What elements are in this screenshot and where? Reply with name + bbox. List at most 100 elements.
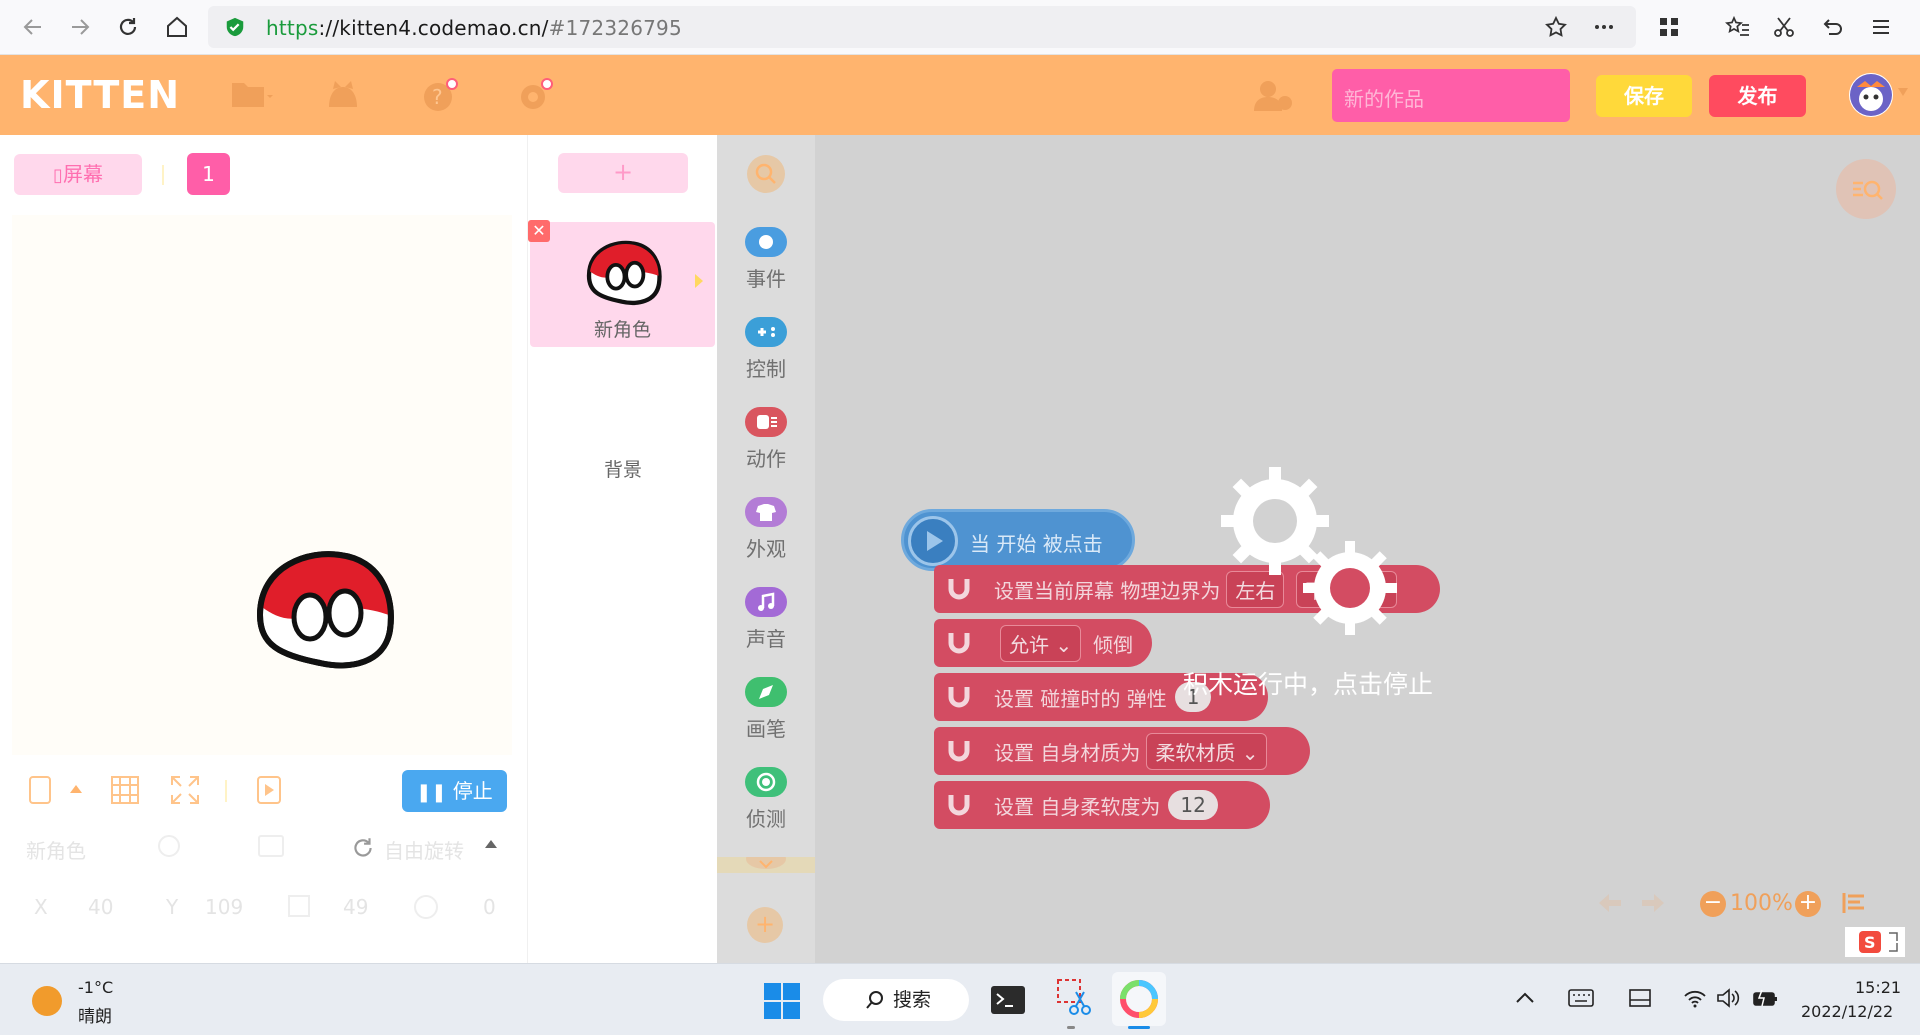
undo-workspace-icon[interactable] <box>1595 891 1625 915</box>
y-value[interactable]: 109 <box>205 895 243 919</box>
project-title-input[interactable]: 新的作品 <box>1332 69 1570 122</box>
visibility-icon[interactable] <box>158 835 180 857</box>
bookmark-star-icon[interactable] <box>1544 15 1568 39</box>
motion-icon <box>745 407 787 437</box>
category-pen[interactable]: 画笔 <box>717 677 815 757</box>
category-sound[interactable]: 声音 <box>717 587 815 667</box>
redo-workspace-icon[interactable] <box>1638 891 1668 915</box>
caret-up-icon[interactable] <box>485 840 497 848</box>
screen-number-badge[interactable]: 1 <box>187 153 230 195</box>
stage-canvas[interactable] <box>12 215 512 755</box>
forward-icon[interactable] <box>65 12 95 42</box>
home-icon[interactable] <box>162 12 192 42</box>
windows-start-icon[interactable] <box>763 982 801 1020</box>
menu-icon[interactable] <box>1866 12 1896 42</box>
category-motion[interactable]: 动作 <box>717 407 815 487</box>
weather-desc[interactable]: 晴朗 <box>78 1002 112 1027</box>
favorites-icon[interactable] <box>1723 12 1753 42</box>
delete-sprite-icon[interactable]: ✕ <box>528 220 550 242</box>
tablet-mode-icon[interactable] <box>1628 988 1652 1008</box>
tray-chevron-icon[interactable] <box>1515 990 1535 1004</box>
running-gears-icon[interactable] <box>1215 465 1415 635</box>
material-dropdown[interactable]: 柔软材质 ⌄ <box>1146 732 1268 770</box>
lock-icon[interactable] <box>258 835 284 857</box>
caret-right-icon[interactable] <box>695 274 703 288</box>
allow-tilt-block[interactable]: 允许 ⌄ 倾倒 <box>934 619 1152 667</box>
url-text: https://kitten4.codemao.cn/#172326795 <box>266 16 682 40</box>
when-start-clicked-block[interactable]: 当 开始 被点击 <box>901 509 1135 571</box>
volume-icon[interactable] <box>1716 988 1740 1008</box>
active-indicator <box>1128 1026 1150 1029</box>
terminal-icon[interactable] <box>990 982 1026 1018</box>
running-message[interactable]: 积木运行中，点击停止 <box>1183 665 1433 701</box>
browser-taskbar-icon[interactable] <box>1112 972 1166 1026</box>
publish-button[interactable]: 发布 <box>1709 75 1806 117</box>
caret-up-icon[interactable] <box>70 785 82 793</box>
sprite-on-stage[interactable] <box>250 545 400 675</box>
background-label[interactable]: 背景 <box>528 455 718 482</box>
cat-mascot-icon[interactable] <box>325 77 365 113</box>
wifi-icon[interactable] <box>1683 988 1707 1008</box>
category-sensing[interactable]: 侦测 <box>717 767 815 847</box>
clock-time[interactable]: 15:21 <box>1855 978 1901 997</box>
avatar[interactable] <box>1849 73 1893 117</box>
app-header: KITTEN ? 新的作品 保存 发布 <box>0 55 1920 135</box>
category-label: 控制 <box>746 357 786 381</box>
dropdown-caret-icon[interactable] <box>1898 88 1908 96</box>
weather-sun-icon[interactable] <box>32 986 62 1016</box>
more-dots-icon[interactable] <box>1592 15 1616 39</box>
snipping-tool-icon[interactable] <box>1056 978 1092 1018</box>
category-label: 动作 <box>746 447 786 471</box>
screenshot-scissors-icon[interactable] <box>1769 12 1799 42</box>
apps-grid-icon[interactable] <box>1654 12 1684 42</box>
align-blocks-icon[interactable] <box>1841 891 1867 915</box>
softness-input[interactable]: 12 <box>1168 790 1218 820</box>
small-stage-icon[interactable] <box>28 775 52 805</box>
category-control[interactable]: 控制 <box>717 317 815 397</box>
grid-icon[interactable] <box>110 775 140 805</box>
fullscreen-icon[interactable] <box>170 775 200 805</box>
search-blocks-button[interactable] <box>747 155 785 193</box>
add-extension-button[interactable]: + <box>747 907 783 943</box>
reload-icon[interactable] <box>113 12 143 42</box>
category-events[interactable]: 事件 <box>717 227 815 307</box>
size-value[interactable]: 49 <box>343 895 368 919</box>
folder-icon[interactable] <box>230 77 273 113</box>
workspace-search-button[interactable] <box>1836 159 1896 219</box>
zoom-in-button[interactable]: + <box>1795 891 1821 917</box>
rotation-mode[interactable]: 自由旋转 <box>384 835 464 864</box>
stop-button[interactable]: ❚❚ 停止 <box>402 770 507 812</box>
help-icon[interactable]: ? <box>420 77 460 113</box>
ime-indicator[interactable]: S <box>1845 927 1905 957</box>
code-workspace[interactable]: 当 开始 被点击 设置当前屏幕 物理边界为 左右 下边缘 ⌄ 允许 ⌄ 倾倒 设… <box>815 135 1920 963</box>
category-more[interactable] <box>717 857 815 873</box>
add-sprite-button[interactable]: + <box>558 153 688 193</box>
clock-date[interactable]: 2022/12/22 <box>1801 1002 1893 1021</box>
allow-dropdown[interactable]: 允许 ⌄ <box>1000 624 1082 662</box>
angle-value[interactable]: 0 <box>483 895 496 919</box>
screen-tab[interactable]: ▯屏幕 <box>14 154 142 195</box>
undo-icon[interactable] <box>1818 12 1848 42</box>
back-icon[interactable] <box>18 12 48 42</box>
play-preview-icon[interactable] <box>256 775 282 805</box>
weather-temp[interactable]: -1°C <box>78 978 113 997</box>
block-text: 设置 自身材质为 <box>994 740 1141 765</box>
set-material-block[interactable]: 设置 自身材质为 柔软材质 ⌄ <box>934 727 1310 775</box>
settings-icon[interactable] <box>515 77 555 113</box>
sprite-name-field[interactable]: 新角色 <box>26 835 86 864</box>
rotate-icon[interactable] <box>350 835 376 861</box>
sprite-card[interactable]: ✕ 新角色 <box>528 220 715 347</box>
set-softness-block[interactable]: 设置 自身柔软度为 12 <box>934 781 1270 829</box>
x-value[interactable]: 40 <box>88 895 113 919</box>
battery-icon[interactable] <box>1752 988 1778 1008</box>
keyboard-icon[interactable] <box>1568 988 1594 1008</box>
add-collaborator-icon[interactable] <box>1252 77 1292 113</box>
app-logo: KITTEN <box>20 73 181 117</box>
taskbar-search[interactable]: 搜索 <box>823 979 969 1021</box>
zoom-out-button[interactable]: − <box>1700 891 1726 917</box>
save-button[interactable]: 保存 <box>1596 75 1692 117</box>
stage-panel: ▯屏幕 1 ❚❚ 停止 新角色 自由旋转 X 40 Y 109 49 0 <box>0 135 527 963</box>
block-text: 设置 自身柔软度为 <box>994 794 1161 819</box>
address-bar[interactable]: https://kitten4.codemao.cn/#172326795 <box>208 6 1636 48</box>
category-looks[interactable]: 外观 <box>717 497 815 577</box>
